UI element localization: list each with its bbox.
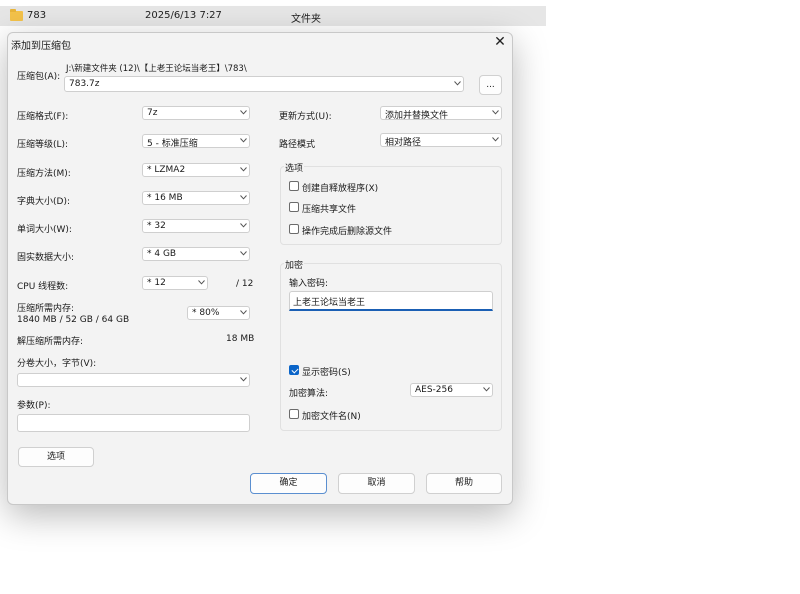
chevron-down-icon [240,377,247,383]
dict-select[interactable]: * 16 MB [142,191,250,205]
encryption-method-value: AES-256 [415,385,453,395]
file-type: 文件夹 [291,14,321,25]
show-password-checkbox[interactable] [289,365,299,375]
solid-select[interactable]: * 4 GB [142,247,250,261]
memory-percent-select[interactable]: * 80% [187,306,250,320]
solid-label: 固实数据大小: [17,253,75,263]
params-label: 参数(P): [17,401,51,411]
method-label: 压缩方法(M): [17,169,71,179]
ok-button[interactable]: 确定 [250,473,327,494]
encryption-method-label: 加密算法: [289,389,329,399]
shared-label: 压缩共享文件 [302,205,357,215]
cancel-button[interactable]: 取消 [338,473,415,494]
threads-label: CPU 线程数: [17,282,69,292]
chevron-down-icon [492,137,499,143]
password-input[interactable]: 上老王论坛当老王 [289,291,493,311]
format-select[interactable]: 7z [142,106,250,120]
split-label: 分卷大小，字节(V): [17,359,97,369]
dialog-title: 添加到压缩包 [11,41,71,52]
memory-label: 压缩所需内存: [17,304,75,314]
folder-icon [10,9,23,21]
add-to-archive-dialog: 添加到压缩包 ✕ 压缩包(A): J:\新建文件夹 (12)\【上老王论坛当老王… [7,32,513,505]
help-button[interactable]: 帮助 [426,473,502,494]
shared-checkbox[interactable] [289,202,299,212]
encrypt-names-label: 加密文件名(N) [302,412,361,422]
archive-label: 压缩包(A): [17,72,61,82]
encryption-method-select[interactable]: AES-256 [410,383,493,397]
method-value: * LZMA2 [147,165,186,175]
path-mode-select[interactable]: 相对路径 [380,133,502,148]
memory-percent-value: * 80% [192,308,220,318]
chevron-down-icon [492,110,499,116]
word-label: 单词大小(W): [17,225,72,235]
sfx-checkbox[interactable] [289,181,299,191]
encrypt-names-checkbox[interactable] [289,409,299,419]
options-button[interactable]: 选项 [18,447,94,467]
level-value: 5 - 标准压缩 [147,139,198,149]
archive-path: J:\新建文件夹 (12)\【上老王论坛当老王】\783\ [66,64,247,74]
chevron-down-icon [198,280,205,286]
update-value: 添加并替换文件 [385,111,449,121]
encryption-group-title: 加密 [284,258,305,271]
chevron-down-icon [240,223,247,229]
chevron-down-icon [483,387,490,393]
params-input[interactable] [17,414,250,432]
chevron-down-icon [240,310,247,316]
chevron-down-icon [240,110,247,116]
show-password-label: 显示密码(S) [302,368,351,378]
delete-after-label: 操作完成后删除源文件 [302,227,393,237]
path-mode-label: 路径模式 [279,140,316,150]
level-select[interactable]: 5 - 标准压缩 [142,134,250,149]
threads-select[interactable]: * 12 [142,276,208,290]
word-value: * 32 [147,221,166,231]
format-label: 压缩格式(F): [17,112,69,122]
dict-label: 字典大小(D): [17,197,70,207]
decomp-memory-label: 解压缩所需内存: [17,337,84,347]
threads-value: * 12 [147,278,166,288]
browse-button[interactable]: ... [479,75,502,95]
archive-name-combo[interactable]: 783.7z [64,76,464,92]
chevron-down-icon [240,138,247,144]
update-select[interactable]: 添加并替换文件 [380,106,502,121]
decomp-memory-value: 18 MB [226,334,255,344]
file-date: 2025/6/13 7:27 [145,10,222,21]
level-label: 压缩等级(L): [17,140,69,150]
memory-value: 1840 MB / 52 GB / 64 GB [17,315,130,325]
solid-value: * 4 GB [147,249,177,259]
close-icon[interactable]: ✕ [492,34,508,50]
method-select[interactable]: * LZMA2 [142,163,250,177]
threads-max: / 12 [236,279,254,289]
sfx-label: 创建自释放程序(X) [302,184,379,194]
chevron-down-icon [240,251,247,257]
word-select[interactable]: * 32 [142,219,250,233]
path-mode-value: 相对路径 [385,138,422,148]
options-group-title: 选项 [284,161,305,174]
password-value: 上老王论坛当老王 [293,298,366,308]
split-select[interactable] [17,373,250,387]
password-label: 输入密码: [289,279,329,289]
chevron-down-icon [240,195,247,201]
format-value: 7z [147,108,158,118]
explorer-file-row[interactable]: 783 2025/6/13 7:27 文件夹 [0,6,546,26]
archive-name-value: 783.7z [69,79,100,89]
dict-value: * 16 MB [147,193,183,203]
update-label: 更新方式(U): [279,112,332,122]
file-name: 783 [27,10,47,21]
chevron-down-icon [240,167,247,173]
chevron-down-icon [454,81,461,87]
delete-after-checkbox[interactable] [289,224,299,234]
